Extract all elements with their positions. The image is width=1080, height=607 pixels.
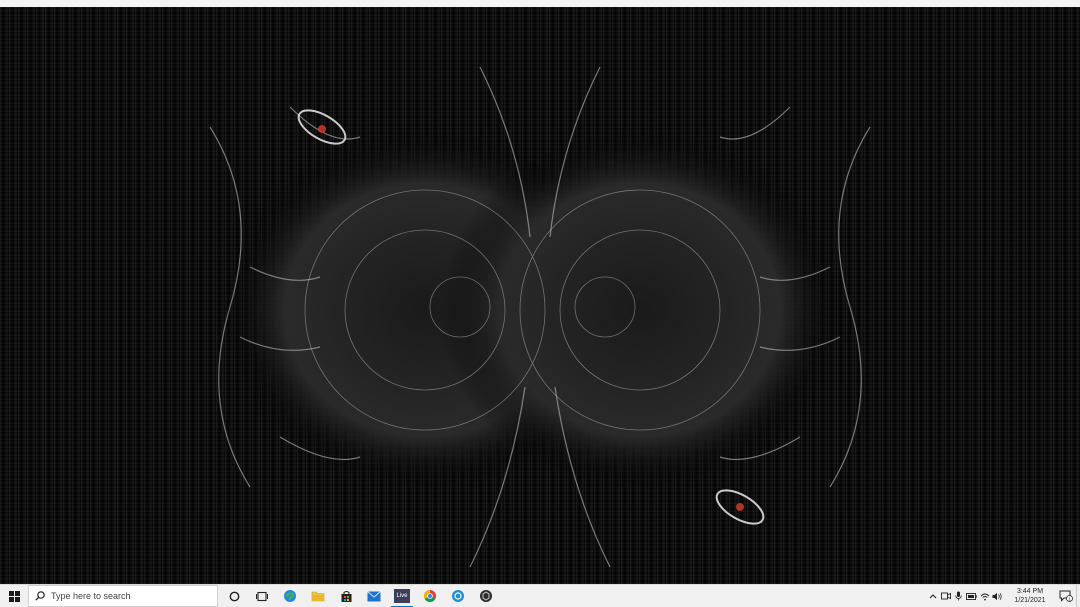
chrome-icon	[423, 590, 436, 603]
chrome-button[interactable]	[416, 585, 444, 607]
show-hidden-icons-button[interactable]	[926, 585, 939, 607]
search-input[interactable]	[51, 591, 201, 601]
windows-logo-icon	[8, 590, 20, 602]
meet-now-button[interactable]	[939, 585, 952, 607]
dark-app-button[interactable]	[472, 585, 500, 607]
show-desktop-button[interactable]	[1076, 584, 1080, 607]
file-explorer-button[interactable]	[304, 585, 332, 607]
desktop-screen: Live	[0, 0, 1080, 607]
live-app-button[interactable]: Live	[388, 585, 416, 607]
blue-app-button[interactable]	[444, 585, 472, 607]
live-app-label: Live	[396, 593, 408, 599]
notification-count: 1	[1068, 596, 1071, 601]
microphone-button[interactable]	[952, 585, 965, 607]
task-view-button[interactable]	[248, 585, 276, 607]
pinned-apps: Live	[220, 585, 500, 607]
battery-button[interactable]	[965, 585, 978, 607]
top-window-edge	[0, 0, 1080, 7]
meet-now-icon	[940, 592, 951, 599]
desktop-wallpaper	[0, 7, 1080, 584]
store-button[interactable]	[332, 585, 360, 607]
mail-button[interactable]	[360, 585, 388, 607]
mail-icon	[367, 590, 381, 601]
clock-date: 1/21/2021	[1014, 597, 1046, 604]
microphone-icon	[955, 591, 962, 601]
search-icon	[35, 591, 45, 601]
volume-button[interactable]	[991, 585, 1004, 607]
circle-icon	[229, 591, 239, 601]
battery-icon	[966, 592, 977, 600]
action-center-button[interactable]: 1	[1056, 585, 1076, 607]
taskbar-search-box[interactable]	[28, 585, 218, 607]
taskbar-clock[interactable]: 3:44 PM 1/21/2021	[1004, 585, 1056, 607]
notification-icon: 1	[1059, 590, 1073, 602]
system-tray: 3:44 PM 1/21/2021 1	[926, 584, 1080, 607]
live-app-icon: Live	[394, 589, 410, 603]
chevron-up-icon	[929, 594, 936, 599]
dark-circle-app-icon	[480, 590, 492, 602]
folder-icon	[311, 591, 325, 602]
edge-button[interactable]	[276, 585, 304, 607]
blue-circle-app-icon	[452, 590, 464, 602]
start-button[interactable]	[0, 585, 28, 607]
cortana-button[interactable]	[220, 585, 248, 607]
network-icon	[980, 593, 989, 600]
clock-time: 3:44 PM	[1016, 588, 1044, 595]
taskbar: Live	[0, 584, 1080, 607]
volume-icon	[992, 592, 1002, 600]
task-view-icon	[256, 591, 268, 601]
edge-icon	[284, 590, 296, 602]
store-bag-icon	[341, 590, 351, 602]
abstract-wallpaper-icon	[209, 66, 871, 568]
network-button[interactable]	[978, 585, 991, 607]
